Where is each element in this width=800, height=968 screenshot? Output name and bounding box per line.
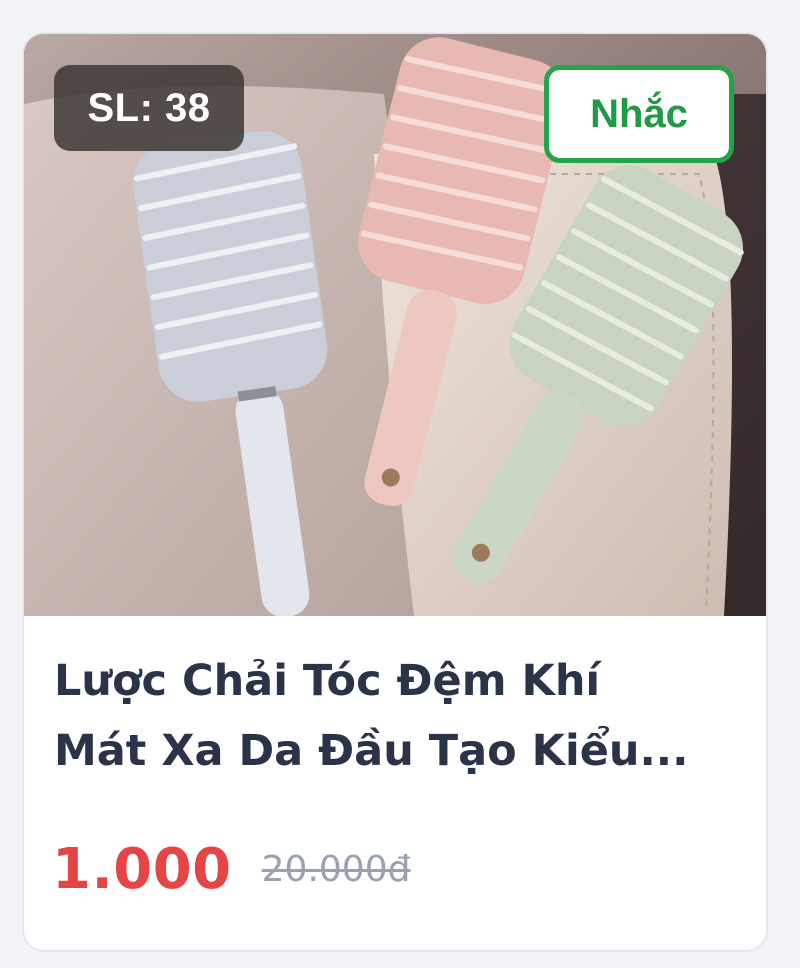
remind-button[interactable]: Nhắc (544, 65, 734, 163)
product-title[interactable]: Lược Chải Tóc Đệm Khí Mát Xa Da Đầu Tạo … (54, 646, 744, 786)
product-title-line-1: Lược Chải Tóc Đệm Khí (54, 656, 601, 706)
product-card[interactable]: SL: 38 Nhắc Lược Chải Tóc Đệm Khí Mát Xa… (24, 34, 766, 950)
sale-price: 1.000 (52, 836, 232, 902)
product-image[interactable]: SL: 38 Nhắc (24, 34, 766, 616)
product-title-line-2: Mát Xa Da Đầu Tạo Kiểu... (54, 726, 689, 776)
price-row: 1.000 20.000đ (52, 834, 410, 904)
original-price: 20.000đ (261, 848, 411, 890)
quantity-badge: SL: 38 (54, 65, 244, 151)
